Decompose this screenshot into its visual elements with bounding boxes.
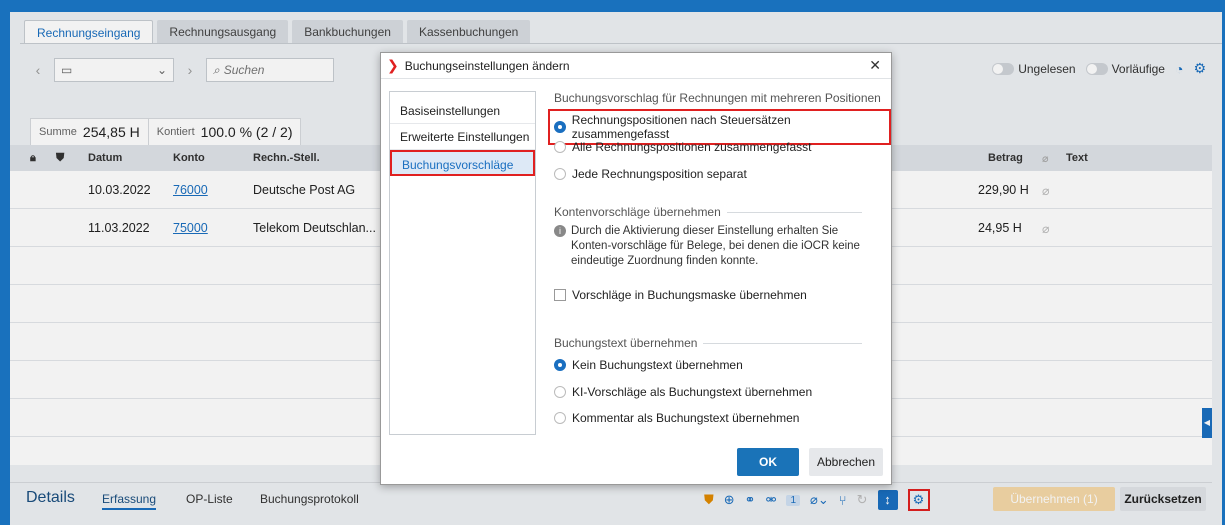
radio-checked-icon	[554, 359, 566, 371]
info-icon: i	[554, 225, 566, 237]
close-icon[interactable]: ✕	[869, 57, 881, 74]
radio-ai-text-label: KI-Vorschläge als Buchungstext übernehme…	[572, 385, 813, 399]
radio-all-positions[interactable]: Alle Rechnungspositionen zusammengefasst	[554, 140, 811, 154]
radio-no-text-label: Kein Buchungstext übernehmen	[572, 358, 743, 372]
cancel-button[interactable]: Abbrechen	[809, 448, 883, 476]
radio-each-position[interactable]: Jede Rechnungsposition separat	[554, 167, 747, 181]
dialog-nav: Basiseinstellungen Erweiterte Einstellun…	[389, 91, 536, 435]
radio-unchecked-icon	[554, 412, 566, 424]
dialog-title: Buchungseinstellungen ändern	[404, 58, 570, 73]
radio-unchecked-icon	[554, 168, 566, 180]
radio-comment-text[interactable]: Kommentar als Buchungstext übernehmen	[554, 411, 799, 425]
nav-erweiterte-einstellungen[interactable]: Erweiterte Einstellungen	[390, 124, 535, 150]
radio-no-text[interactable]: Kein Buchungstext übernehmen	[554, 358, 743, 372]
checkbox-apply-suggestions[interactable]: Vorschläge in Buchungsmaske übernehmen	[554, 288, 807, 302]
dialog-titlebar: ❯ Buchungseinstellungen ändern ✕	[381, 53, 891, 79]
chevron-right-icon: ❯	[387, 57, 399, 73]
radio-all-positions-label: Alle Rechnungspositionen zusammengefasst	[572, 140, 812, 154]
nav-buchungsvorschlaege[interactable]: Buchungsvorschläge	[390, 150, 535, 176]
radio-ai-text[interactable]: KI-Vorschläge als Buchungstext übernehme…	[554, 385, 812, 399]
radio-tax-rates-label: Rechnungspositionen nach Steuersätzen zu…	[571, 113, 791, 141]
nav-basiseinstellungen[interactable]: Basiseinstellungen	[390, 98, 535, 124]
radio-comment-text-label: Kommentar als Buchungstext übernehmen	[572, 411, 800, 425]
info-text: i Durch die Aktivierung dieser Einstellu…	[554, 224, 872, 269]
radio-unchecked-icon	[554, 141, 566, 153]
radio-unchecked-icon	[554, 386, 566, 398]
radio-each-position-label: Jede Rechnungsposition separat	[572, 167, 747, 181]
checkbox-apply-suggestions-label: Vorschläge in Buchungsmaske übernehmen	[572, 288, 807, 302]
checkbox-icon	[554, 289, 566, 301]
section-positions-title: Buchungsvorschlag für Rechnungen mit meh…	[554, 91, 887, 105]
radio-checked-icon	[554, 121, 566, 133]
section-booking-text-title: Buchungstext übernehmen	[554, 336, 862, 350]
section-account-suggestions-title: Kontenvorschläge übernehmen	[554, 205, 862, 219]
info-text-body: Durch die Aktivierung dieser Einstellung…	[571, 225, 860, 267]
ok-button[interactable]: OK	[737, 448, 799, 476]
booking-settings-dialog: ❯ Buchungseinstellungen ändern ✕ Basisei…	[380, 52, 892, 485]
